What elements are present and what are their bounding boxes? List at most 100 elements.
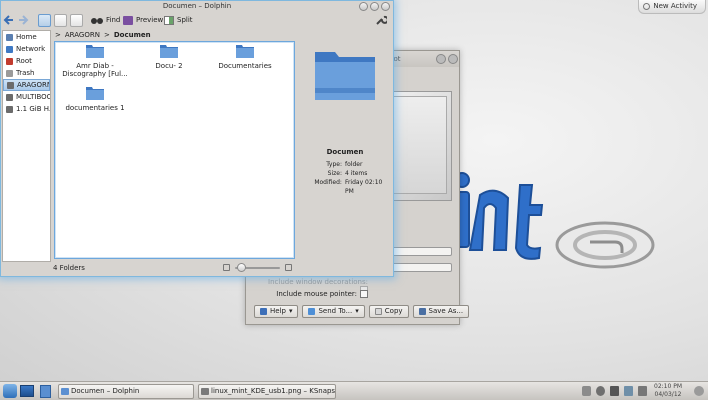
folder-item-label: Amr Diab - Discography [Ful... [62, 62, 128, 78]
zoom-slider[interactable] [223, 263, 293, 272]
back-button[interactable] [3, 13, 15, 27]
preview-button[interactable]: Preview [123, 13, 163, 27]
details-view-button[interactable] [54, 13, 67, 27]
columns-view-button[interactable] [70, 13, 83, 27]
folder-item[interactable]: Docu- 2 [133, 44, 205, 70]
folder-icon [86, 45, 104, 58]
clock[interactable]: 02:10 PM 04/03/12 [654, 383, 682, 399]
split-button[interactable]: Split [164, 13, 193, 27]
drive-icon [7, 81, 14, 89]
file-view[interactable]: Amr Diab - Discography [Ful... Docu- 2 Doc… [54, 41, 295, 259]
zoom-out-icon[interactable] [223, 264, 230, 271]
places-item[interactable]: ARAGORN [3, 79, 50, 91]
breadcrumb: > ARAGORN > Documen [55, 30, 151, 40]
folder-item-label: Documentaries [218, 62, 272, 70]
places-item[interactable]: MULTIBOOT [3, 91, 50, 103]
include-pointer-row: Include mouse pointer: [258, 290, 368, 298]
icons-view-icon [38, 13, 51, 27]
volume-icon[interactable] [610, 386, 619, 396]
details-view-icon [54, 13, 67, 27]
send-icon [308, 308, 316, 315]
places-item[interactable]: Network [3, 43, 50, 55]
folder-icon [236, 45, 254, 58]
places-item[interactable]: 1.1 GiB H... [3, 103, 50, 115]
activity-icon [643, 3, 651, 10]
new-activity-button[interactable]: New Activity [638, 0, 706, 14]
battery-icon[interactable] [638, 386, 647, 396]
info-size: 4 items [345, 170, 368, 177]
save-icon [418, 308, 426, 315]
camera-icon [201, 388, 209, 395]
close-icon[interactable] [448, 54, 458, 64]
minimize-icon[interactable] [436, 54, 446, 64]
desktop-icon[interactable] [20, 385, 34, 397]
network-icon [6, 45, 13, 53]
places-item[interactable]: Trash [3, 67, 50, 79]
icons-view-button[interactable] [38, 13, 51, 27]
forward-arrow-icon [19, 15, 29, 25]
maximize-icon[interactable] [370, 2, 379, 11]
folder-item[interactable]: Amr Diab - Discography [Ful... [59, 44, 131, 78]
breadcrumb-separator-icon: > [103, 31, 110, 39]
places-item-label: Root [16, 57, 32, 65]
find-button[interactable]: Find [91, 13, 120, 27]
file-manager-icon[interactable] [40, 385, 51, 398]
save-as-button[interactable]: Save As... [412, 305, 470, 318]
device-notifier-icon[interactable] [596, 386, 605, 396]
include-pointer-checkbox[interactable] [360, 290, 368, 298]
snapshot-preview[interactable] [386, 91, 452, 201]
info-type: folder [345, 161, 363, 168]
zoom-in-icon[interactable] [285, 264, 292, 271]
root-folder-icon [6, 57, 13, 65]
places-item-label: 1.1 GiB H... [16, 105, 50, 113]
clock-time: 02:10 PM [654, 383, 682, 390]
copy-button[interactable]: Copy [368, 305, 409, 318]
places-item-label: Network [16, 45, 46, 53]
wrench-icon [376, 15, 387, 25]
dolphin-title: Documen – Dolphin [162, 2, 232, 10]
chevron-down-icon: ▾ [355, 307, 359, 315]
include-decorations-label: Include window decorations: [268, 278, 368, 286]
back-arrow-icon [3, 15, 13, 25]
help-button[interactable]: Help ▾ [254, 305, 299, 318]
task-ksnapshot[interactable]: linux_mint_KDE_usb1.png – KSnapshot [198, 384, 336, 399]
kde-menu-icon[interactable] [3, 384, 17, 398]
binoculars-icon [91, 18, 103, 24]
clock-date: 04/03/12 [654, 391, 682, 398]
new-activity-label: New Activity [653, 2, 697, 10]
drive-icon [6, 93, 13, 101]
send-to-button[interactable]: Send To... ▾ [302, 305, 365, 318]
chevron-down-icon: ▾ [288, 307, 293, 315]
folder-icon [61, 388, 69, 395]
folder-item[interactable]: Documentaries [209, 44, 281, 70]
breadcrumb-current[interactable]: Documen [114, 30, 151, 40]
copy-icon [374, 308, 382, 315]
breadcrumb-separator-icon: > [55, 31, 61, 39]
dolphin-toolbar: Find Preview Split [1, 12, 393, 29]
cashew-icon[interactable] [694, 386, 704, 396]
columns-view-icon [70, 13, 83, 27]
places-item[interactable]: Root [3, 55, 50, 67]
home-icon [6, 33, 13, 41]
settings-button[interactable] [375, 13, 387, 27]
places-item-label: MULTIBOOT [16, 93, 50, 101]
places-item[interactable]: Home [3, 31, 50, 43]
breadcrumb-root[interactable]: ARAGORN [65, 30, 100, 40]
places-item-label: ARAGORN [17, 81, 50, 89]
delay-spinbox[interactable] [386, 263, 452, 272]
places-item-label: Trash [16, 69, 35, 77]
close-icon[interactable] [381, 2, 390, 11]
drive-icon [6, 105, 13, 113]
clipboard-icon[interactable] [582, 386, 591, 396]
taskbar: Documen – Dolphin linux_mint_KDE_usb1.pn… [0, 381, 708, 400]
minimize-icon[interactable] [359, 2, 368, 11]
network-icon[interactable] [624, 386, 633, 396]
task-dolphin[interactable]: Documen – Dolphin [58, 384, 194, 399]
info-name: Documen [326, 148, 364, 156]
folder-large-icon [315, 52, 375, 100]
folder-icon [160, 45, 178, 58]
forward-button[interactable] [17, 13, 29, 27]
zoom-handle[interactable] [237, 263, 246, 272]
folder-item[interactable]: documentaries 1 [59, 86, 131, 112]
capture-mode-select[interactable] [386, 247, 452, 256]
